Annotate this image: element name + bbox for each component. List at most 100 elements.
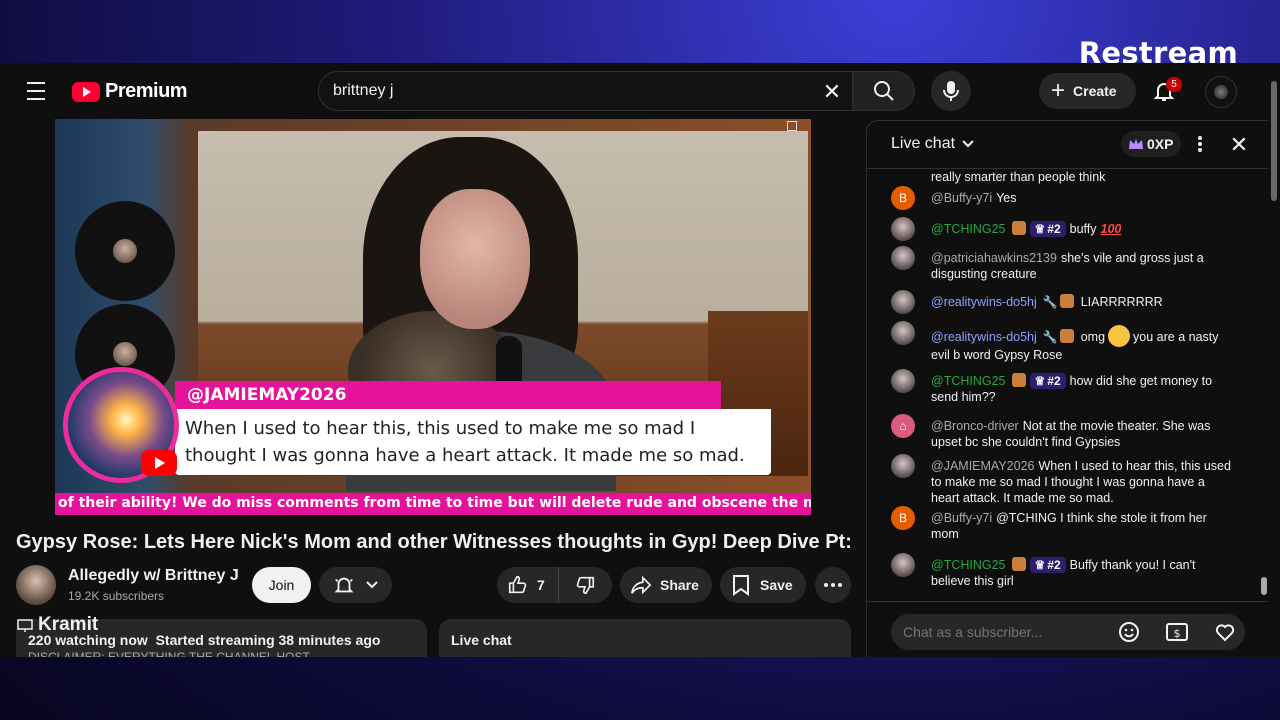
youtube-play-icon [72, 81, 100, 102]
like-dislike-group: 7 [497, 567, 612, 603]
author-avatar[interactable] [891, 321, 915, 345]
crown-icon [1129, 139, 1143, 149]
chat-message: @JAMIEMAY2026 When I used to hear this, t… [891, 454, 1231, 506]
speaker-face [420, 189, 530, 329]
masthead: Premium ✕ + Create 5 [0, 63, 1280, 119]
message-author[interactable]: @patriciahawkins2139 [931, 251, 1057, 265]
wrench-icon: 🔧 [1042, 295, 1058, 309]
subscription-notify-button[interactable] [319, 567, 392, 603]
channel-name[interactable]: Allegedly w/ Brittney J [68, 567, 239, 585]
description-text: DISCLAIMER: EVERYTHING THE CHANNEL HOST [28, 651, 310, 657]
author-avatar[interactable] [891, 454, 915, 478]
chat-message: @realitywins-do5hj 🔧 LIARRRRRRR [891, 290, 1231, 314]
like-count: 7 [537, 577, 545, 593]
share-button[interactable]: Share [620, 567, 712, 603]
create-label: Create [1073, 83, 1117, 99]
clear-search-icon[interactable]: ✕ [818, 78, 846, 106]
chevron-down-icon [962, 140, 974, 148]
chat-message: @realitywins-do5hj 🔧 omg you are a nasty e… [891, 321, 1231, 363]
chat-scrollbar[interactable] [1259, 169, 1268, 601]
xp-button[interactable]: 0XP [1121, 131, 1181, 157]
join-button[interactable]: Join [252, 567, 311, 603]
search-icon [873, 81, 894, 101]
crown-icon: ♕ [1034, 222, 1046, 236]
emoji-icon[interactable] [1117, 620, 1141, 644]
watching-count: 220 watching now [28, 632, 148, 648]
member-badge-icon [1011, 373, 1026, 387]
voice-search-button[interactable] [931, 71, 971, 111]
chat-title: Live chat [891, 135, 956, 152]
chat-messages: really smarter than people think B @Buff… [867, 169, 1259, 601]
stream-started: Started streaming 38 minutes ago [155, 632, 381, 648]
chat-message: @TCHING25 ♕ #2 how did she get money to sen… [891, 369, 1231, 405]
chat-close-icon[interactable]: ✕ [1227, 132, 1251, 157]
wrench-icon: 🔧 [1042, 330, 1058, 344]
author-avatar[interactable]: B [891, 506, 915, 530]
create-button[interactable]: + Create [1039, 73, 1136, 109]
crown-icon: ♕ [1034, 558, 1046, 572]
chat-message: really smarter than people think [891, 169, 1231, 185]
message-author[interactable]: @realitywins-do5hj [931, 330, 1037, 344]
like-button[interactable]: 7 [497, 567, 559, 603]
member-badge-icon [1011, 221, 1026, 235]
overlay-comment-author: @JAMIEMAY2026 [175, 381, 721, 409]
message-author[interactable]: @JAMIEMAY2026 [931, 459, 1034, 473]
super-chat-icon[interactable]: $ [1165, 620, 1189, 644]
message-author[interactable]: @realitywins-do5hj [931, 295, 1037, 309]
message-author[interactable]: @Buffy-y7i [931, 511, 992, 525]
thumbs-down-icon [576, 576, 595, 595]
message-author[interactable]: @Buffy-y7i [931, 191, 992, 205]
message-author[interactable]: @TCHING25 [931, 558, 1006, 572]
live-chat-panel: Live chat 0XP ✕ really smarter than peop… [866, 120, 1268, 657]
youtube-logo[interactable]: Premium [72, 80, 188, 103]
youtube-window: Premium ✕ + Create 5 [0, 63, 1280, 657]
more-actions-button[interactable] [815, 567, 851, 603]
message-text: LIARRRRRRR [1080, 295, 1163, 309]
crown-icon: ♕ [1034, 374, 1046, 388]
chat-mode-dropdown[interactable]: Live chat [891, 135, 975, 153]
author-avatar[interactable]: B [891, 186, 915, 210]
chat-more-icon[interactable] [1193, 133, 1207, 155]
subscriber-count: 19.2K subscribers [68, 589, 165, 603]
save-button[interactable]: Save [720, 567, 806, 603]
more-horizontal-icon [824, 583, 842, 587]
author-avatar[interactable] [891, 290, 915, 314]
message-text: Yes [996, 191, 1017, 205]
notification-badge: 5 [1166, 77, 1182, 92]
overlay-ticker: of their ability! We do miss comments fr… [55, 493, 811, 515]
rank-badge: ♕ #2 [1029, 221, 1066, 237]
author-avatar[interactable]: ⌂ [891, 414, 915, 438]
menu-icon[interactable] [20, 79, 52, 103]
chat-header: Live chat 0XP ✕ [867, 121, 1268, 169]
rank-badge-text: #2 [1047, 222, 1061, 236]
video-player[interactable]: @JAMIEMAY2026 When I used to hear this, … [55, 119, 811, 515]
account-avatar[interactable] [1205, 76, 1237, 108]
page-scrollbar[interactable] [1268, 63, 1280, 657]
live-chat-section-label: Live chat [451, 632, 512, 648]
search-button[interactable] [853, 71, 915, 111]
message-text: really smarter than people think [931, 170, 1106, 184]
message-author[interactable]: @TCHING25 [931, 374, 1006, 388]
chat-message: B @Buffy-y7i Yes [891, 186, 1231, 210]
member-badge-icon [1059, 294, 1074, 308]
member-badge-icon [1059, 329, 1074, 343]
share-icon [631, 575, 652, 595]
author-avatar[interactable] [891, 246, 915, 270]
channel-avatar[interactable] [16, 565, 56, 605]
plus-icon: + [1051, 77, 1066, 104]
search-input[interactable] [333, 81, 813, 101]
author-avatar[interactable] [891, 217, 915, 241]
chat-message: ⌂ @Bronco-driver Not at the movie theater… [891, 414, 1231, 450]
heart-icon[interactable] [1213, 620, 1237, 644]
message-author[interactable]: @TCHING25 [931, 222, 1006, 236]
rank-badge-text: #2 [1047, 558, 1061, 572]
expand-corner-icon [787, 121, 797, 131]
author-avatar[interactable] [891, 553, 915, 577]
guest-camera-1 [75, 201, 175, 301]
message-author[interactable]: @Bronco-driver [931, 419, 1019, 433]
chat-input[interactable] [891, 614, 1245, 650]
dislike-button[interactable] [559, 567, 611, 603]
search-box: ✕ [318, 71, 853, 111]
save-label: Save [760, 577, 793, 593]
author-avatar[interactable] [891, 369, 915, 393]
